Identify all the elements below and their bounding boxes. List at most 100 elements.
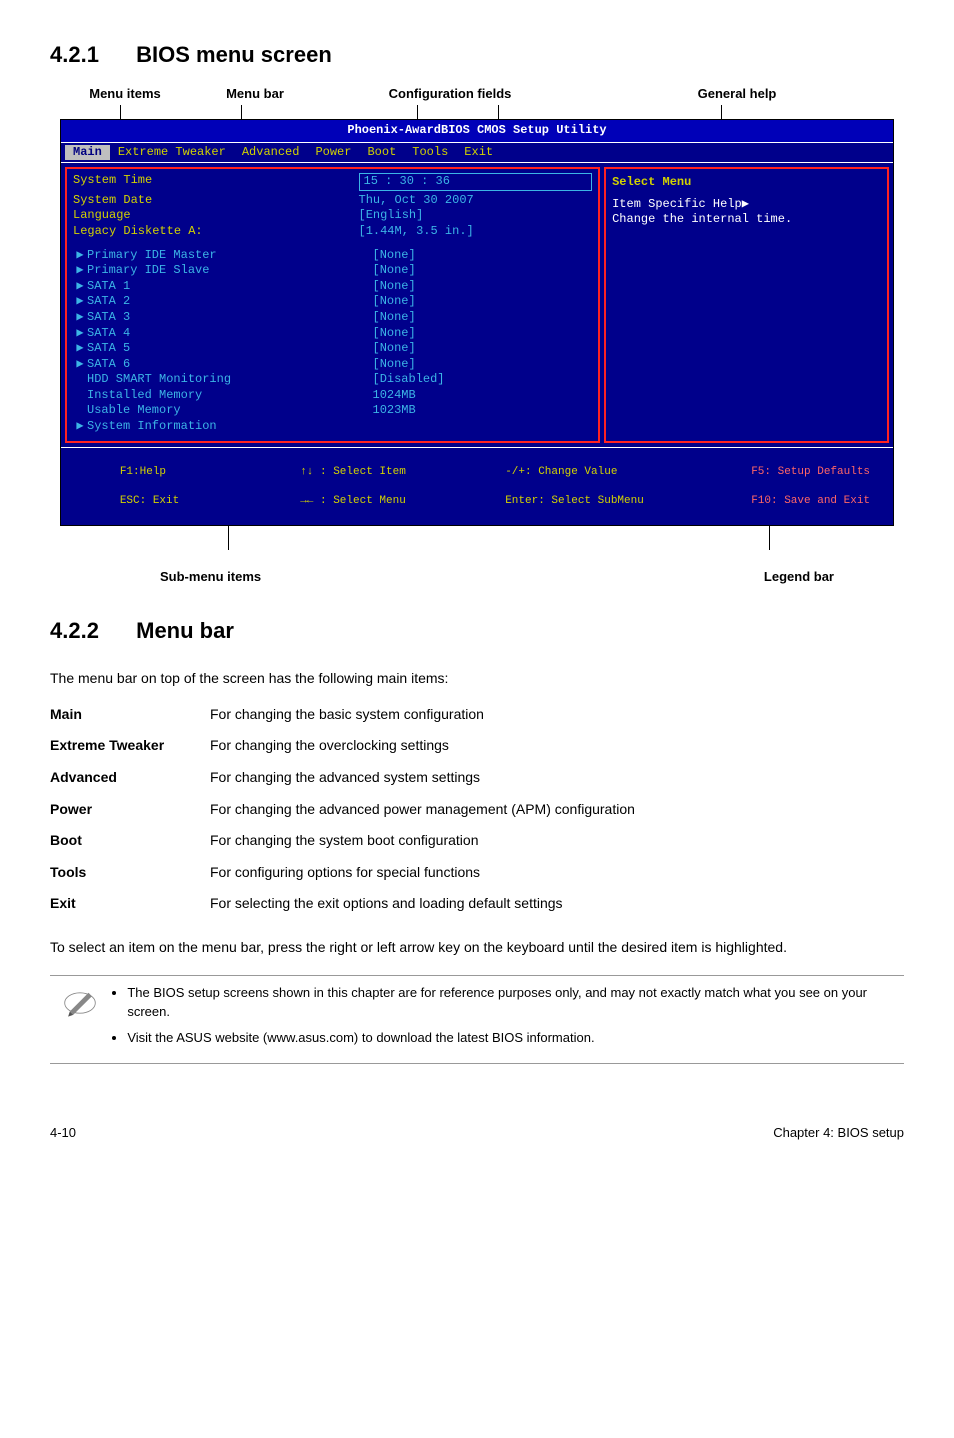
footer-f5: F5: Setup Defaults <box>751 466 870 478</box>
label-general-help: General help <box>580 85 894 103</box>
bios-menu-tools[interactable]: Tools <box>404 145 456 161</box>
row-label: System Time <box>73 173 359 193</box>
row-value[interactable]: [English] <box>359 208 593 224</box>
row-value: [None] <box>373 248 593 264</box>
bios-menu-advanced[interactable]: Advanced <box>234 145 308 161</box>
bios-menu-boot[interactable]: Boot <box>359 145 404 161</box>
label-config-fields: Configuration fields <box>320 85 580 103</box>
row-value <box>373 419 593 435</box>
section-title: Menu bar <box>136 618 234 643</box>
row-label[interactable]: Primary IDE Master <box>87 248 373 264</box>
footer-select-item: ↑↓ : Select Item <box>300 466 406 478</box>
bios-menu-extreme[interactable]: Extreme Tweaker <box>110 145 234 161</box>
footer-select-menu: →← : Select Menu <box>300 495 406 507</box>
bios-menu-main[interactable]: Main <box>65 145 110 161</box>
label-ticks-top <box>60 105 894 119</box>
select-paragraph: To select an item on the menu bar, press… <box>50 938 904 958</box>
menubar-key: Advanced <box>50 762 210 794</box>
note-item: The BIOS setup screens shown in this cha… <box>127 984 904 1020</box>
section-heading-1: 4.2.1 BIOS menu screen <box>50 40 904 71</box>
label-ticks-bottom <box>60 526 894 550</box>
row-label: Language <box>73 208 359 224</box>
bios-right-pane: Select Menu Item Specific Help▶ Change t… <box>604 167 889 443</box>
row-label: Usable Memory <box>87 403 373 419</box>
submenu-arrow-icon: ▶ <box>73 263 87 279</box>
bios-menu-power[interactable]: Power <box>307 145 359 161</box>
note-box: The BIOS setup screens shown in this cha… <box>50 975 904 1064</box>
submenu-arrow-icon: ▶ <box>73 248 87 264</box>
submenu-arrow-icon: ▶ <box>73 419 87 435</box>
page-footer: 4-10 Chapter 4: BIOS setup <box>50 1124 904 1142</box>
menubar-desc: For selecting the exit options and loadi… <box>210 888 904 920</box>
bios-screen: Phoenix-AwardBIOS CMOS Setup Utility Mai… <box>60 119 894 526</box>
row-value: 1024MB <box>373 388 593 404</box>
bios-menubar: Main Extreme Tweaker Advanced Power Boot… <box>61 143 893 164</box>
bios-title: Phoenix-AwardBIOS CMOS Setup Utility <box>61 120 893 143</box>
section-heading-2: 4.2.2 Menu bar <box>50 616 904 647</box>
row-label[interactable]: Primary IDE Slave <box>87 263 373 279</box>
menubar-key: Tools <box>50 857 210 889</box>
row-label[interactable]: System Information <box>87 419 373 435</box>
footer-f10: F10: Save and Exit <box>751 495 870 507</box>
submenu-arrow-icon: ▶ <box>73 279 87 295</box>
row-label[interactable]: SATA 5 <box>87 341 373 357</box>
row-value: 1023MB <box>373 403 593 419</box>
footer-f1: F1:Help <box>120 466 166 478</box>
row-label[interactable]: SATA 2 <box>87 294 373 310</box>
note-content: The BIOS setup screens shown in this cha… <box>109 984 904 1055</box>
right-pane-help-label: Item Specific Help▶ <box>612 197 881 213</box>
menubar-desc: For configuring options for special func… <box>210 857 904 889</box>
menubar-desc: For changing the advanced system setting… <box>210 762 904 794</box>
section-number: 4.2.2 <box>50 616 130 647</box>
menubar-key: Power <box>50 794 210 826</box>
row-value: [None] <box>373 326 593 342</box>
row-label: Legacy Diskette A: <box>73 224 359 240</box>
row-label: Installed Memory <box>87 388 373 404</box>
row-label[interactable]: HDD SMART Monitoring <box>87 372 373 388</box>
row-value: [None] <box>373 294 593 310</box>
footer-enter: Enter: Select SubMenu <box>505 495 644 507</box>
label-menu-bar: Menu bar <box>190 85 320 103</box>
menubar-key: Boot <box>50 825 210 857</box>
row-value[interactable]: [1.44M, 3.5 in.] <box>359 224 593 240</box>
submenu-arrow-icon: ▶ <box>73 326 87 342</box>
footer-change: -/+: Change Value <box>505 466 617 478</box>
label-legend-bar: Legend bar <box>764 568 834 586</box>
bios-footer: F1:Help ESC: Exit ↑↓ : Select Item →← : … <box>61 447 893 525</box>
bios-menu-exit[interactable]: Exit <box>456 145 501 161</box>
right-pane-help-text: Change the internal time. <box>612 212 881 228</box>
row-label[interactable]: SATA 4 <box>87 326 373 342</box>
footer-chapter: Chapter 4: BIOS setup <box>773 1124 904 1142</box>
row-label: System Date <box>73 193 359 209</box>
row-label[interactable]: SATA 1 <box>87 279 373 295</box>
submenu-arrow-icon: ▶ <box>73 341 87 357</box>
submenu-arrow-icon: ▶ <box>73 294 87 310</box>
row-value: [Disabled] <box>373 372 593 388</box>
label-submenu-items: Sub-menu items <box>160 568 261 586</box>
row-value: [None] <box>373 310 593 326</box>
submenu-arrow-icon: ▶ <box>73 357 87 373</box>
row-value: [None] <box>373 357 593 373</box>
menubar-desc: For changing the advanced power manageme… <box>210 794 904 826</box>
menubar-desc: For changing the system boot configurati… <box>210 825 904 857</box>
footer-esc: ESC: Exit <box>120 495 179 507</box>
menubar-key: Exit <box>50 888 210 920</box>
menubar-desc: For changing the overclocking settings <box>210 730 904 762</box>
footer-page-number: 4-10 <box>50 1124 76 1142</box>
row-value[interactable]: 15 : 30 : 36 <box>359 173 593 191</box>
note-item: Visit the ASUS website (www.asus.com) to… <box>127 1029 904 1047</box>
submenu-arrow-icon: ▶ <box>73 310 87 326</box>
menubar-desc: For changing the basic system configurat… <box>210 699 904 731</box>
bios-left-pane: System Time15 : 30 : 36 System DateThu, … <box>65 167 600 443</box>
row-label[interactable]: SATA 6 <box>87 357 373 373</box>
section-number: 4.2.1 <box>50 40 130 71</box>
labels-top: Menu items Menu bar Configuration fields… <box>60 85 894 103</box>
menubar-key: Extreme Tweaker <box>50 730 210 762</box>
row-value: [None] <box>373 279 593 295</box>
section-title: BIOS menu screen <box>136 42 332 67</box>
row-value: [None] <box>373 341 593 357</box>
menubar-key: Main <box>50 699 210 731</box>
row-value[interactable]: Thu, Oct 30 2007 <box>359 193 593 209</box>
row-value: [None] <box>373 263 593 279</box>
row-label[interactable]: SATA 3 <box>87 310 373 326</box>
